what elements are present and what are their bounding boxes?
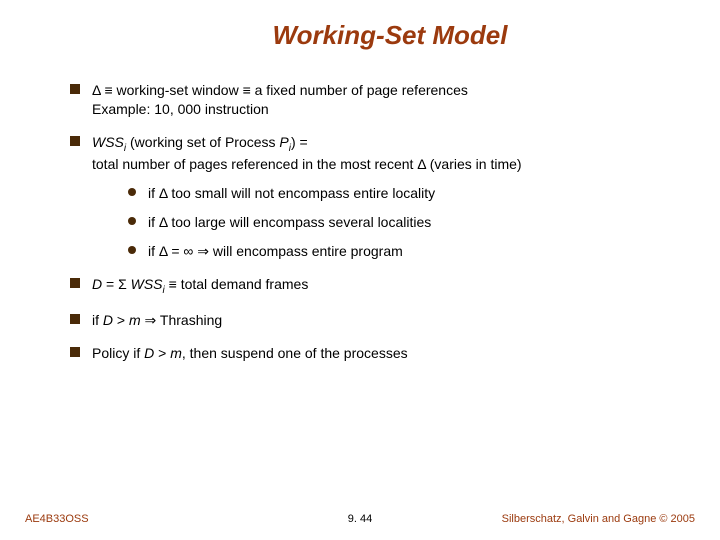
slide-footer: AE4B33OSS 9. 44 Silberschatz, Galvin and… bbox=[0, 513, 720, 525]
bullet-text: > bbox=[113, 312, 129, 328]
bullet-text: , then suspend one of the processes bbox=[182, 345, 408, 361]
footer-attribution: Silberschatz, Galvin and Gagne © 2005 bbox=[502, 513, 695, 525]
main-bullet-list: Δ ≡ working-set window ≡ a fixed number … bbox=[40, 81, 680, 363]
bullet-text: ≡ total demand frames bbox=[165, 276, 309, 292]
bullet-item: Δ ≡ working-set window ≡ a fixed number … bbox=[70, 81, 680, 119]
bullet-text: WSS bbox=[131, 276, 163, 292]
bullet-text: if Δ too large will encompass several lo… bbox=[148, 214, 431, 230]
sub-bullet-list: if Δ too small will not encompass entire… bbox=[92, 184, 680, 261]
footer-page-number: 9. 44 bbox=[348, 513, 372, 525]
bullet-text: m bbox=[170, 345, 182, 361]
bullet-text: D bbox=[92, 276, 102, 292]
footer-left-code: AE4B33OSS bbox=[25, 513, 89, 525]
sub-bullet-item: if Δ too large will encompass several lo… bbox=[128, 213, 680, 232]
bullet-text: > bbox=[154, 345, 170, 361]
bullet-item: if D > m ⇒ Thrashing bbox=[70, 311, 680, 330]
bullet-text: D bbox=[144, 345, 154, 361]
bullet-text: D bbox=[103, 312, 113, 328]
bullet-text: Example: 10, 000 instruction bbox=[92, 101, 269, 117]
sub-bullet-item: if Δ too small will not encompass entire… bbox=[128, 184, 680, 203]
bullet-text: Δ ≡ working-set window ≡ a fixed number … bbox=[92, 82, 468, 98]
bullet-item: WSSi (working set of Process Pi) = total… bbox=[70, 133, 680, 261]
bullet-text: (working set of Process bbox=[126, 134, 279, 150]
slide-title: Working-Set Model bbox=[100, 20, 680, 51]
bullet-text: Policy if bbox=[92, 345, 144, 361]
bullet-text: = Σ bbox=[102, 276, 131, 292]
sub-bullet-item: if Δ = ∞ ⇒ will encompass entire program bbox=[128, 242, 680, 261]
bullet-text: ) = bbox=[291, 134, 308, 150]
bullet-item: Policy if D > m, then suspend one of the… bbox=[70, 344, 680, 363]
bullet-item: D = Σ WSSi ≡ total demand frames bbox=[70, 275, 680, 297]
bullet-text: total number of pages referenced in the … bbox=[92, 156, 522, 172]
bullet-text: ⇒ Thrashing bbox=[141, 312, 223, 328]
bullet-text: if bbox=[92, 312, 103, 328]
bullet-text: P bbox=[279, 134, 288, 150]
bullet-text: if Δ = ∞ ⇒ will encompass entire program bbox=[148, 243, 403, 259]
bullet-text: if Δ too small will not encompass entire… bbox=[148, 185, 435, 201]
bullet-text: m bbox=[129, 312, 141, 328]
bullet-text: WSS bbox=[92, 134, 124, 150]
